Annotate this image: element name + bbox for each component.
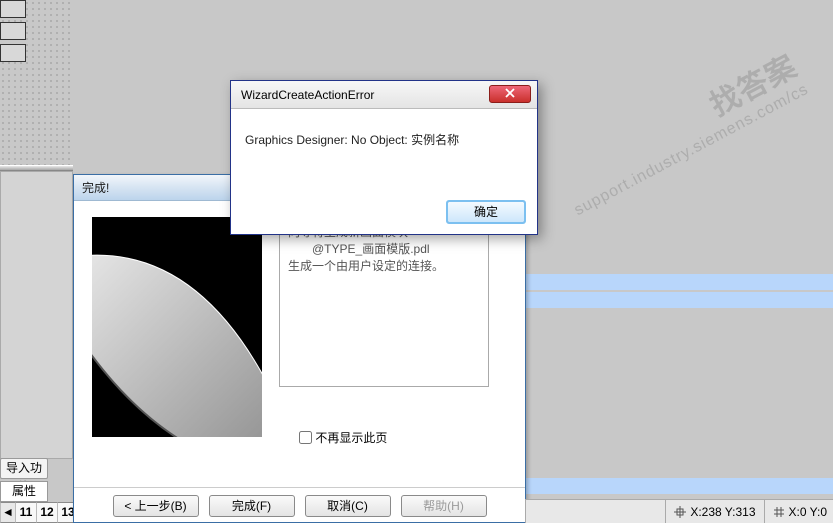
- lower-panel: [0, 171, 73, 459]
- palette-swatch[interactable]: 12: [36, 502, 58, 523]
- watermark-line: support.industry.siemens.com/cs: [572, 81, 812, 220]
- error-message: Graphics Designer: No Object: 实例名称: [231, 109, 537, 197]
- checkbox-input[interactable]: [299, 431, 312, 444]
- wizard-text-line: @TYPE_画面模版.pdl: [288, 241, 480, 258]
- wizard-description: 向导将生成新画面模块 @TYPE_画面模版.pdl 生成一个由用户设定的连接。: [279, 217, 489, 387]
- coord-text: X:0 Y:0: [789, 505, 827, 519]
- error-dialog: WizardCreateActionError Graphics Designe…: [230, 80, 538, 235]
- wizard-image: [92, 217, 262, 437]
- finish-button[interactable]: 完成(F): [209, 495, 295, 517]
- status-bar: X:238 Y:313 X:0 Y:0: [525, 499, 833, 523]
- palette-swatch[interactable]: 11: [15, 502, 37, 523]
- back-button[interactable]: < 上一步(B): [113, 495, 199, 517]
- watermark-line: 找答案: [551, 42, 804, 204]
- selection-strip: [525, 292, 833, 308]
- dont-show-again-checkbox[interactable]: 不再显示此页: [299, 429, 387, 446]
- cancel-button[interactable]: 取消(C): [305, 495, 391, 517]
- object-position: X:0 Y:0: [764, 500, 833, 523]
- coord-text: X:238 Y:313: [690, 505, 755, 519]
- palette-scroll-left[interactable]: ◄: [0, 502, 16, 523]
- crosshair-icon: [674, 506, 686, 518]
- error-title-text: WizardCreateActionError: [241, 88, 374, 102]
- ok-button[interactable]: 确定: [447, 201, 525, 223]
- checkbox-label: 不再显示此页: [315, 431, 387, 445]
- wizard-text-line: 生成一个由用户设定的连接。: [288, 258, 480, 275]
- help-button[interactable]: 帮助(H): [401, 495, 487, 517]
- cursor-position: X:238 Y:313: [665, 500, 763, 523]
- selection-strip: [525, 274, 833, 290]
- import-button[interactable]: 导入功能: [0, 458, 48, 479]
- error-titlebar[interactable]: WizardCreateActionError: [231, 81, 537, 109]
- properties-tab[interactable]: 属性: [0, 481, 48, 502]
- close-button[interactable]: [489, 85, 531, 103]
- size-icon: [773, 506, 785, 518]
- watermark: 找答案 support.industry.siemens.com/cs: [551, 42, 812, 220]
- selection-strip: [525, 478, 833, 494]
- status-spacer: [525, 500, 665, 523]
- wizard-button-bar: < 上一步(B) 完成(F) 取消(C) 帮助(H): [74, 487, 525, 523]
